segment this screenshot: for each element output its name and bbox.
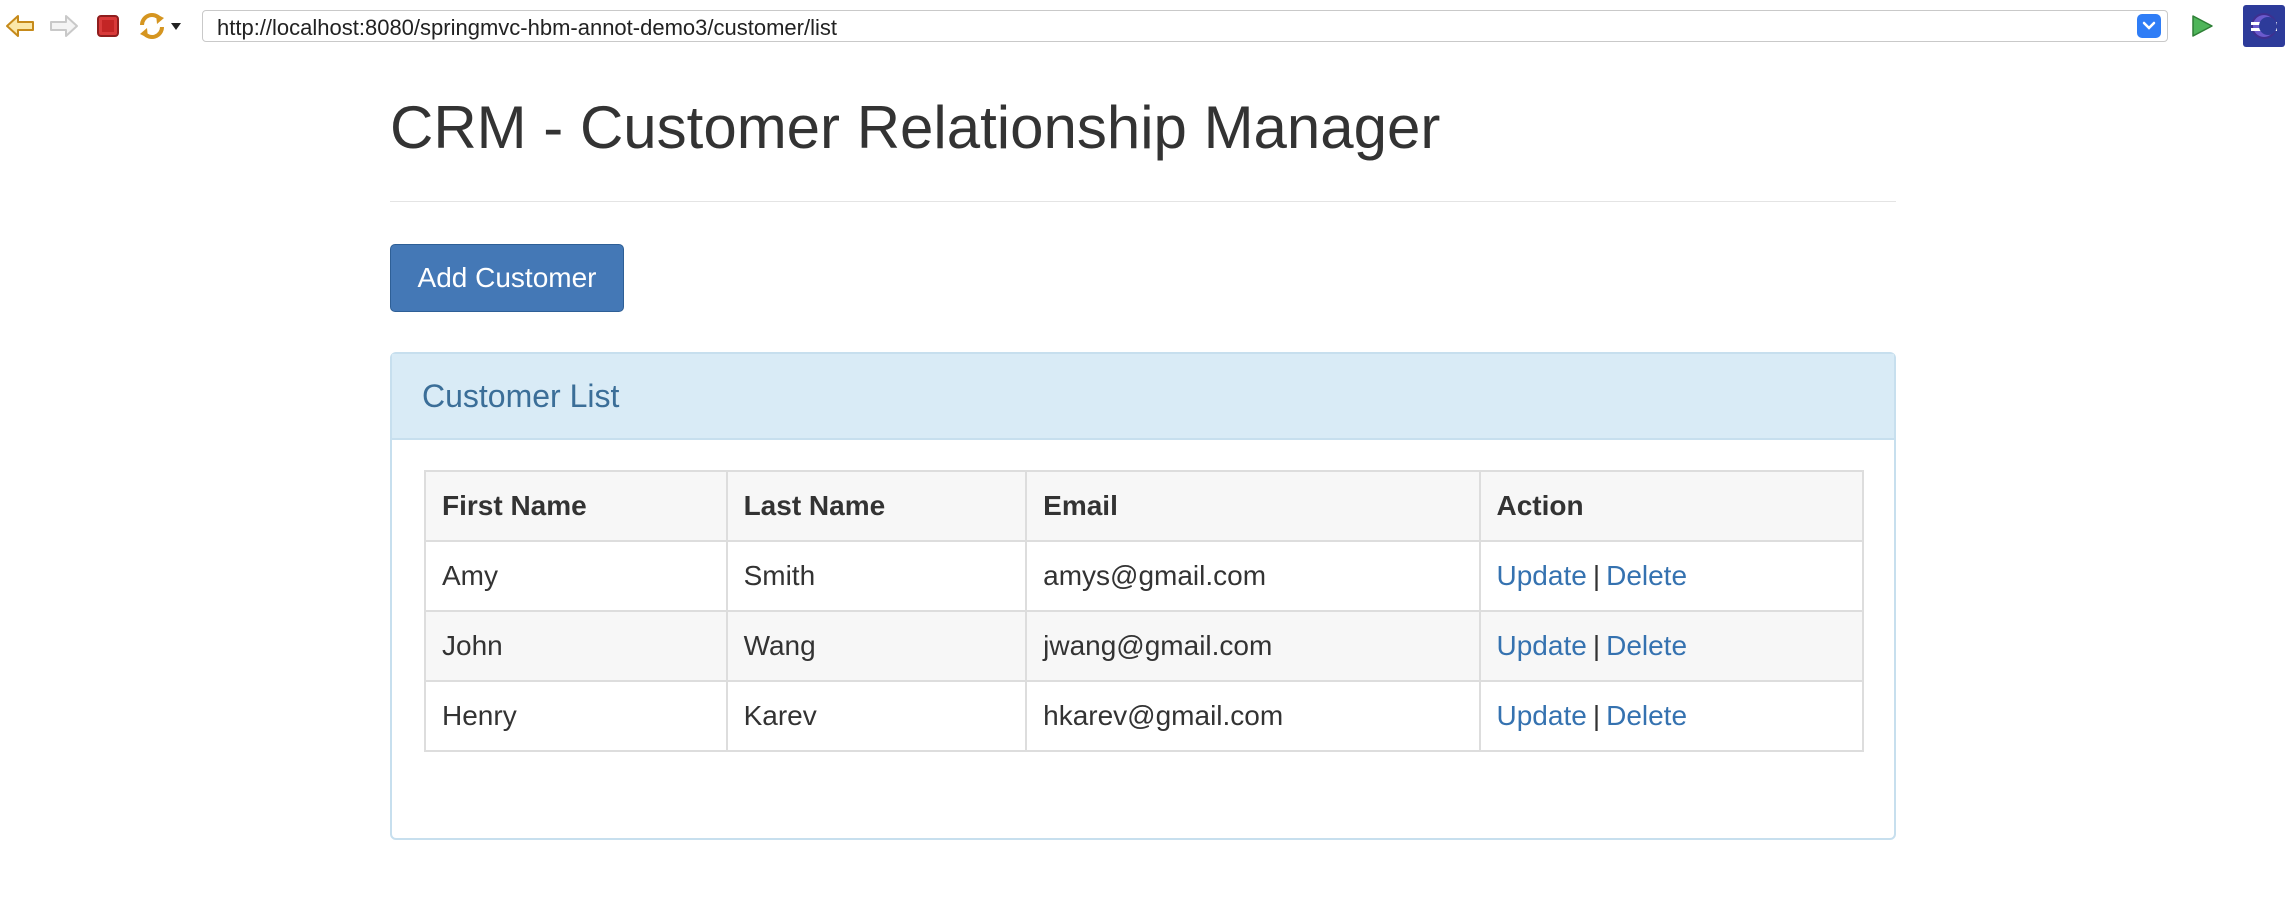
table-header-row: First Name Last Name Email Action xyxy=(424,470,1865,542)
url-text[interactable]: http://localhost:8080/springmvc-hbm-anno… xyxy=(217,15,837,41)
panel-heading: Customer List xyxy=(392,354,1894,440)
cell-action: Update | Delete xyxy=(1478,680,1865,752)
delete-link[interactable]: Delete xyxy=(1606,560,1687,591)
cell-first-name: John xyxy=(424,610,728,682)
go-icon[interactable] xyxy=(2184,8,2220,44)
column-header-last-name: Last Name xyxy=(725,470,1028,542)
cell-action: Update | Delete xyxy=(1478,540,1865,612)
address-bar[interactable]: http://localhost:8080/springmvc-hbm-anno… xyxy=(202,10,2168,42)
table-row: Amy Smith amys@gmail.com Update | Delete xyxy=(424,540,1865,612)
panel-title: Customer List xyxy=(422,378,620,414)
add-customer-button[interactable]: Add Customer xyxy=(390,244,624,312)
browser-toolbar: http://localhost:8080/springmvc-hbm-anno… xyxy=(0,0,2294,52)
action-separator: | xyxy=(1592,560,1601,591)
customer-list-panel: Customer List First Name Last Name Email… xyxy=(390,352,1896,840)
cell-last-name: Karev xyxy=(725,680,1028,752)
update-link[interactable]: Update xyxy=(1497,700,1587,731)
column-header-email: Email xyxy=(1025,470,1481,542)
eclipse-logo-icon[interactable] xyxy=(2242,4,2286,48)
cell-first-name: Amy xyxy=(424,540,728,612)
cell-email: amys@gmail.com xyxy=(1025,540,1481,612)
table-row: John Wang jwang@gmail.com Update | Delete xyxy=(424,610,1865,682)
cell-action: Update | Delete xyxy=(1478,610,1865,682)
chevron-down-icon[interactable] xyxy=(2137,14,2161,38)
table-row: Henry Karev hkarev@gmail.com Update | Dele… xyxy=(424,680,1865,752)
update-link[interactable]: Update xyxy=(1497,560,1587,591)
chevron-down-icon[interactable] xyxy=(166,8,186,44)
forward-arrow-icon[interactable] xyxy=(46,8,82,44)
delete-link[interactable]: Delete xyxy=(1606,700,1687,731)
cell-last-name: Wang xyxy=(725,610,1028,682)
stop-icon[interactable] xyxy=(90,8,126,44)
delete-link[interactable]: Delete xyxy=(1606,630,1687,661)
title-divider xyxy=(390,201,1896,202)
back-arrow-icon[interactable] xyxy=(2,8,38,44)
page-title: CRM - Customer Relationship Manager xyxy=(390,94,1441,161)
customer-table: First Name Last Name Email Action Amy Sm… xyxy=(424,470,1865,752)
cell-email: jwang@gmail.com xyxy=(1025,610,1481,682)
refresh-icon[interactable] xyxy=(134,8,170,44)
update-link[interactable]: Update xyxy=(1497,630,1587,661)
action-separator: | xyxy=(1592,700,1601,731)
cell-last-name: Smith xyxy=(725,540,1028,612)
action-separator: | xyxy=(1592,630,1601,661)
cell-first-name: Henry xyxy=(424,680,728,752)
column-header-action: Action xyxy=(1478,470,1865,542)
column-header-first-name: First Name xyxy=(424,470,728,542)
cell-email: hkarev@gmail.com xyxy=(1025,680,1481,752)
